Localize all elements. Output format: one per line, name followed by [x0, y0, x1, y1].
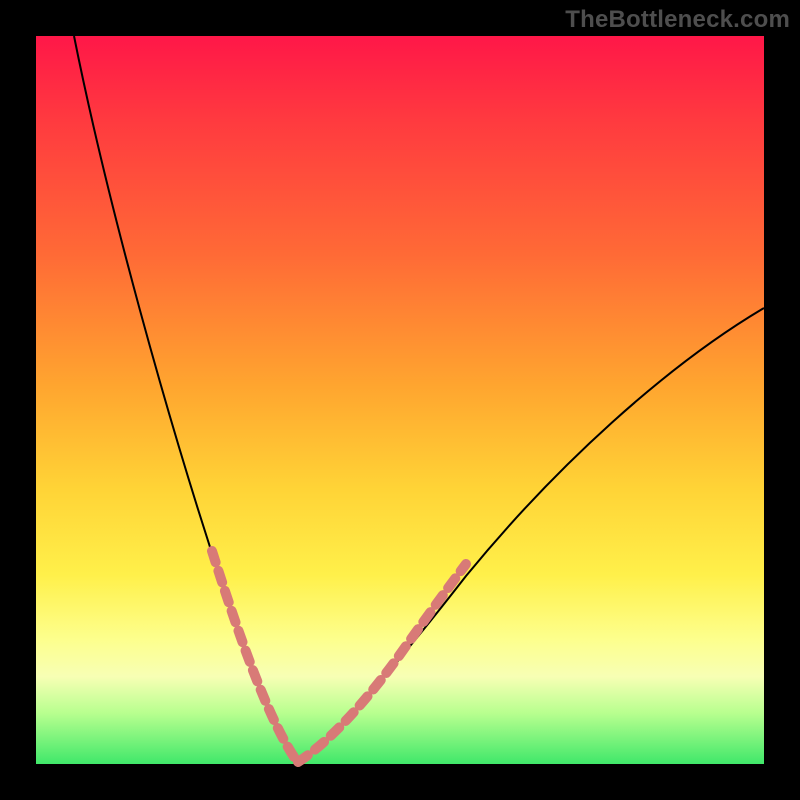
- chart-stage: TheBottleneck.com: [0, 0, 800, 800]
- bead-overlay-right: [298, 564, 466, 762]
- curve-left-branch: [74, 36, 299, 762]
- curve-layer: [36, 36, 764, 764]
- watermark-text: TheBottleneck.com: [565, 6, 790, 34]
- bead-overlay-left: [212, 551, 296, 760]
